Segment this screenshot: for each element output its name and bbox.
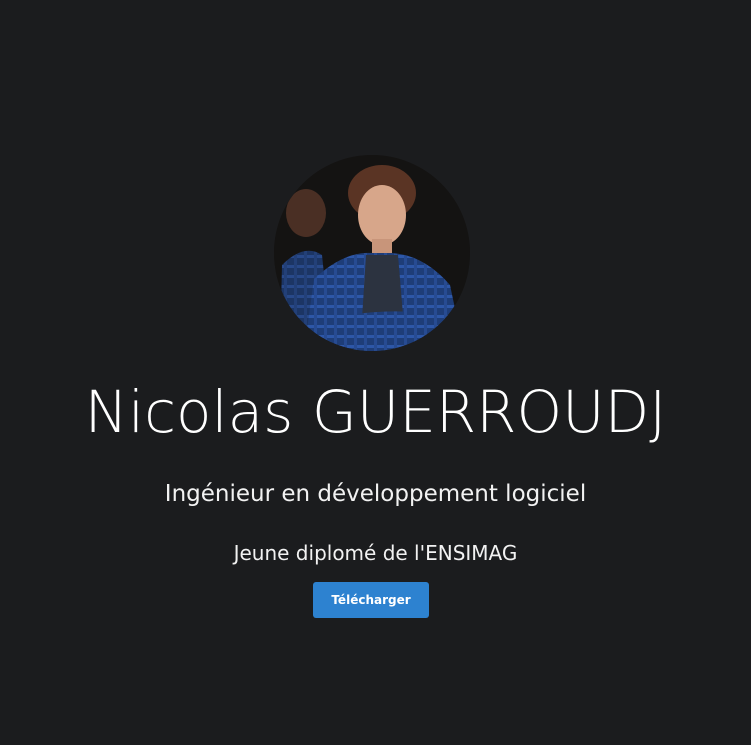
- profile-school: Jeune diplomé de l'ENSIMAG: [233, 541, 518, 565]
- profile-photo-icon: [274, 155, 470, 351]
- profile-photo: [274, 155, 470, 351]
- profile-name: Nicolas GUERROUDJ: [84, 378, 667, 446]
- download-button[interactable]: Télécharger: [313, 582, 429, 618]
- profile-page: Nicolas GUERROUDJ Ingénieur en développe…: [0, 0, 751, 745]
- profile-role: Ingénieur en développement logiciel: [164, 481, 587, 507]
